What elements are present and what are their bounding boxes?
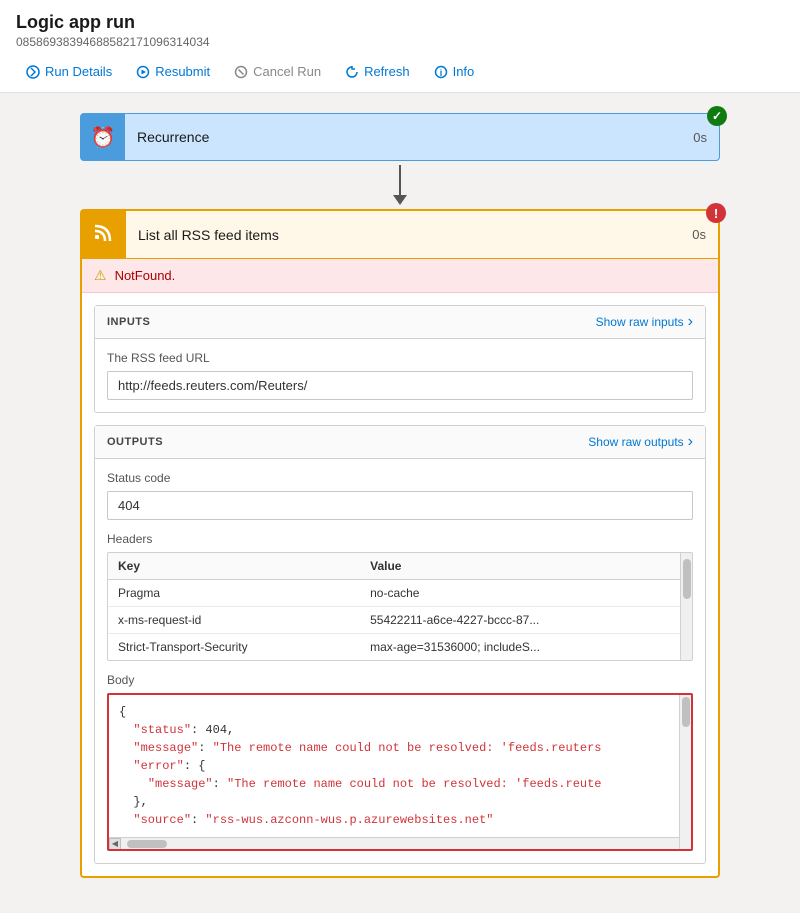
rss-action-label: List all RSS feed items <box>126 227 680 243</box>
headers-table-container: Key Value Pragma no-cache <box>107 552 693 661</box>
recurrence-icon-area: ⏰ <box>81 114 125 160</box>
run-details-icon <box>26 65 40 79</box>
page-title: Logic app run <box>16 12 784 33</box>
scrollbar-h-track <box>123 840 677 848</box>
rss-icon <box>93 221 115 248</box>
flow-container: ⏰ Recurrence 0s ✓ <box>30 113 770 878</box>
outputs-panel: OUTPUTS Show raw outputs Status code 404… <box>94 425 706 864</box>
outputs-header: OUTPUTS Show raw outputs <box>95 426 705 459</box>
info-icon: i <box>434 65 448 79</box>
rss-url-label: The RSS feed URL <box>107 351 693 365</box>
refresh-icon <box>345 65 359 79</box>
svg-text:i: i <box>439 68 442 78</box>
body-container: { "status": 404, "message": "The remote … <box>107 693 693 851</box>
body-line: "message": "The remote name could not be… <box>119 739 671 757</box>
outputs-title: OUTPUTS <box>107 436 163 448</box>
success-badge: ✓ <box>707 106 727 126</box>
value-column-header: Value <box>360 553 680 580</box>
body-line: "status": 404, <box>119 721 671 739</box>
table-row: Strict-Transport-Security max-age=315360… <box>108 634 692 661</box>
cancel-icon <box>234 65 248 79</box>
arrow-head <box>393 195 407 205</box>
body-line: { <box>119 703 671 721</box>
body-scrollbar-thumb <box>682 697 690 727</box>
main-content: ⏰ Recurrence 0s ✓ <box>0 93 800 913</box>
body-scrollbar-v[interactable] <box>679 695 691 849</box>
key-column-header: Key <box>108 553 360 580</box>
rss-url-value: http://feeds.reuters.com/Reuters/ <box>107 371 693 400</box>
resubmit-button[interactable]: Resubmit <box>126 59 220 84</box>
toolbar: Run Details Resubmit Cancel Run Refresh … <box>16 59 784 92</box>
resubmit-icon <box>136 65 150 79</box>
rss-header[interactable]: List all RSS feed items 0s ! <box>82 211 718 259</box>
table-row: Pragma no-cache <box>108 580 692 607</box>
header-key: Pragma <box>108 580 360 607</box>
error-badge: ! <box>706 203 726 223</box>
recurrence-block[interactable]: ⏰ Recurrence 0s ✓ <box>80 113 720 161</box>
refresh-button[interactable]: Refresh <box>335 59 420 84</box>
headers-label: Headers <box>107 532 693 546</box>
recurrence-icon: ⏰ <box>91 125 116 150</box>
warning-icon: ⚠ <box>94 267 107 284</box>
table-row: x-ms-request-id 55422211-a6ce-4227-bccc-… <box>108 607 692 634</box>
inputs-title: INPUTS <box>107 316 150 328</box>
status-code-value: 404 <box>107 491 693 520</box>
error-bar: ⚠ NotFound. <box>82 259 718 293</box>
body-section: Body { "status": 404, "message": "The re… <box>107 673 693 851</box>
flow-arrow <box>393 165 407 205</box>
recurrence-label: Recurrence <box>125 129 681 145</box>
inputs-header: INPUTS Show raw inputs <box>95 306 705 339</box>
body-line: "source": "rss-wus.azconn-wus.p.azureweb… <box>119 811 671 829</box>
info-button[interactable]: i Info <box>424 59 485 84</box>
header-key: Strict-Transport-Security <box>108 634 360 661</box>
scroll-left-btn[interactable]: ◀ <box>109 838 121 850</box>
recurrence-time: 0s <box>681 130 719 145</box>
body-line: }, <box>119 793 671 811</box>
scrollbar-h-thumb <box>127 840 167 848</box>
inputs-content: The RSS feed URL http://feeds.reuters.co… <box>95 339 705 412</box>
status-code-label: Status code <box>107 471 693 485</box>
header-value: 55422211-a6ce-4227-bccc-87... <box>360 607 680 634</box>
chevron-right-icon <box>688 314 693 330</box>
header-key: x-ms-request-id <box>108 607 360 634</box>
headers-scrollbar[interactable] <box>680 553 692 660</box>
body-label: Body <box>107 673 693 687</box>
body-line: "message": "The remote name could not be… <box>119 775 671 793</box>
outputs-content: Status code 404 Headers Key Value <box>95 459 705 863</box>
error-message: NotFound. <box>115 268 176 283</box>
show-raw-outputs-link[interactable]: Show raw outputs <box>588 434 693 450</box>
show-raw-inputs-link[interactable]: Show raw inputs <box>596 314 693 330</box>
rss-time: 0s <box>680 227 718 242</box>
page-header: Logic app run 08586938394688582171096314… <box>0 0 800 93</box>
arrow-line <box>399 165 401 195</box>
header-value: max-age=31536000; includeS... <box>360 634 680 661</box>
run-details-button[interactable]: Run Details <box>16 59 122 84</box>
rss-block: List all RSS feed items 0s ! ⚠ NotFound.… <box>80 209 720 878</box>
cancel-run-button[interactable]: Cancel Run <box>224 59 331 84</box>
scrollbar-thumb <box>683 559 691 599</box>
page-subtitle: 08586938394688582171096314034 <box>16 35 784 49</box>
body-code: { "status": 404, "message": "The remote … <box>109 695 691 837</box>
body-scrollbar-h[interactable]: ◀ ▶ <box>109 837 691 849</box>
chevron-right-outputs-icon <box>688 434 693 450</box>
inputs-panel: INPUTS Show raw inputs The RSS feed URL … <box>94 305 706 413</box>
headers-table: Key Value Pragma no-cache <box>108 553 692 660</box>
header-value: no-cache <box>360 580 680 607</box>
headers-section: Headers Key Value <box>107 532 693 661</box>
body-line: "error": { <box>119 757 671 775</box>
rss-icon-area <box>82 211 126 258</box>
